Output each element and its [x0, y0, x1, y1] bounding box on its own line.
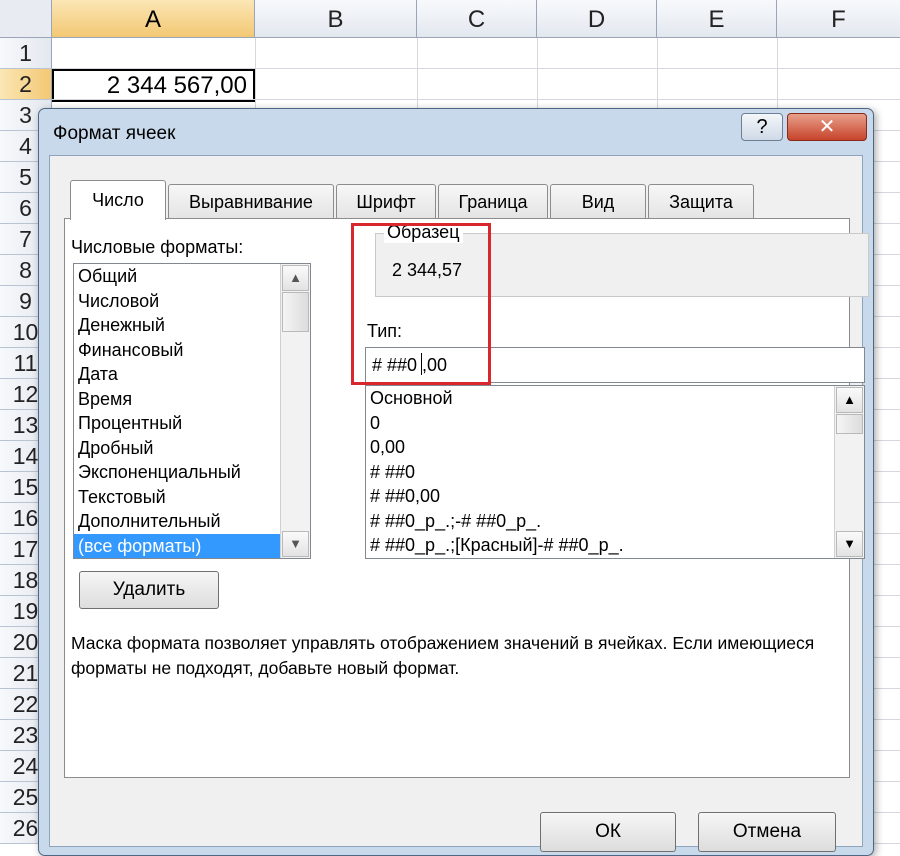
category-item[interactable]: Дата	[74, 362, 310, 387]
category-listbox[interactable]: Общий Числовой Денежный Финансовый Дата Время…	[73, 263, 311, 559]
format-cells-dialog: Формат ячеек ? ✕ Число Выравнивание Шриф…	[38, 108, 874, 856]
type-input[interactable]: # ##0,00	[365, 347, 865, 383]
category-item-selected[interactable]: (все форматы)	[74, 533, 310, 558]
category-scrollbar[interactable]: ▲ ▼	[280, 264, 310, 558]
chevron-up-icon: ▲	[843, 392, 856, 407]
sample-value: 2 344,57	[392, 260, 463, 280]
sample-group: Образец 2 344,57	[375, 222, 869, 297]
category-item[interactable]: Экспоненциальный	[74, 460, 310, 485]
type-label: Тип:	[367, 321, 403, 341]
scroll-down-button[interactable]: ▼	[836, 531, 863, 557]
delete-button[interactable]: Удалить	[79, 571, 219, 609]
scroll-down-button[interactable]: ▼	[282, 531, 309, 557]
category-item[interactable]: Числовой	[74, 289, 310, 314]
format-code-item[interactable]: # ##0_р_.;-# ##0_р_.	[366, 509, 864, 534]
sample-label: Образец	[384, 222, 463, 243]
cancel-button[interactable]: Отмена	[698, 812, 836, 852]
category-item[interactable]: Текстовый	[74, 485, 310, 510]
number-tab-panel: Числовые форматы: Общий Числовой Денежный Ф…	[64, 218, 869, 778]
column-header-e[interactable]: E	[657, 0, 777, 38]
dialog-client-area: Число Выравнивание Шрифт Граница Вид Защ…	[49, 155, 869, 852]
ok-button[interactable]: ОК	[540, 812, 676, 852]
number-formats-label: Числовые форматы:	[71, 237, 244, 257]
format-scrollbar[interactable]: ▲ ▼	[834, 386, 864, 558]
format-code-item[interactable]: 0	[366, 411, 864, 436]
column-header-c[interactable]: C	[417, 0, 537, 38]
type-value-start: # ##0	[372, 355, 418, 375]
gridline	[52, 68, 900, 69]
chevron-down-icon: ▼	[843, 536, 856, 551]
format-code-listbox[interactable]: Основной 0 0,00 # ##0 # ##0,00 # ##0_р_.;-# #…	[365, 385, 865, 559]
scroll-up-button[interactable]: ▲	[282, 265, 309, 291]
tab-fill[interactable]: Вид	[550, 184, 646, 218]
dialog-title: Формат ячеек	[53, 123, 176, 144]
column-header-a[interactable]: A	[52, 0, 255, 38]
row-header[interactable]: 1	[0, 38, 52, 69]
category-list: Общий Числовой Денежный Финансовый Дата Время…	[74, 264, 310, 558]
format-code-item[interactable]: Основной	[366, 386, 864, 411]
cell-a2[interactable]: 2 344 567,00	[52, 69, 255, 102]
tab-alignment[interactable]: Выравнивание	[168, 184, 334, 218]
tab-font[interactable]: Шрифт	[336, 184, 436, 218]
category-item[interactable]: Дробный	[74, 436, 310, 461]
row-header[interactable]: 2	[0, 69, 52, 100]
scroll-thumb[interactable]	[836, 414, 863, 434]
help-button[interactable]: ?	[741, 113, 783, 141]
type-value-end: ,00	[422, 355, 448, 375]
format-code-item[interactable]: # ##0,00	[366, 484, 864, 509]
format-code-item[interactable]: 0,00	[366, 435, 864, 460]
category-item[interactable]: Время	[74, 387, 310, 412]
select-all-corner[interactable]	[0, 0, 52, 38]
category-item[interactable]: Общий	[74, 264, 310, 289]
format-code-item[interactable]: # ##0_р_.;[Красный]-# ##0_р_.	[366, 533, 864, 558]
gridline	[52, 99, 900, 100]
close-icon: ✕	[818, 116, 836, 138]
column-header-b[interactable]: B	[255, 0, 417, 38]
tab-border[interactable]: Граница	[438, 184, 548, 218]
tab-protection[interactable]: Защита	[648, 184, 754, 218]
scroll-thumb[interactable]	[282, 292, 309, 332]
tab-number[interactable]: Число	[70, 180, 166, 220]
category-item[interactable]: Дополнительный	[74, 509, 310, 534]
column-header-f[interactable]: F	[777, 0, 900, 38]
format-code-list: Основной 0 0,00 # ##0 # ##0,00 # ##0_р_.;-# #…	[366, 386, 864, 558]
category-item[interactable]: Финансовый	[74, 338, 310, 363]
category-item[interactable]: Денежный	[74, 313, 310, 338]
column-header-d[interactable]: D	[537, 0, 657, 38]
category-item[interactable]: Процентный	[74, 411, 310, 436]
close-button[interactable]: ✕	[787, 113, 867, 141]
chevron-down-icon: ▼	[289, 536, 302, 551]
help-icon: ?	[756, 116, 768, 138]
chevron-up-icon: ▲	[289, 270, 302, 285]
scroll-up-button[interactable]: ▲	[836, 387, 863, 413]
hint-text: Маска формата позволяет управлять отобра…	[71, 633, 815, 678]
format-code-item[interactable]: # ##0	[366, 460, 864, 485]
dialog-titlebar[interactable]: Формат ячеек ? ✕	[39, 109, 873, 155]
